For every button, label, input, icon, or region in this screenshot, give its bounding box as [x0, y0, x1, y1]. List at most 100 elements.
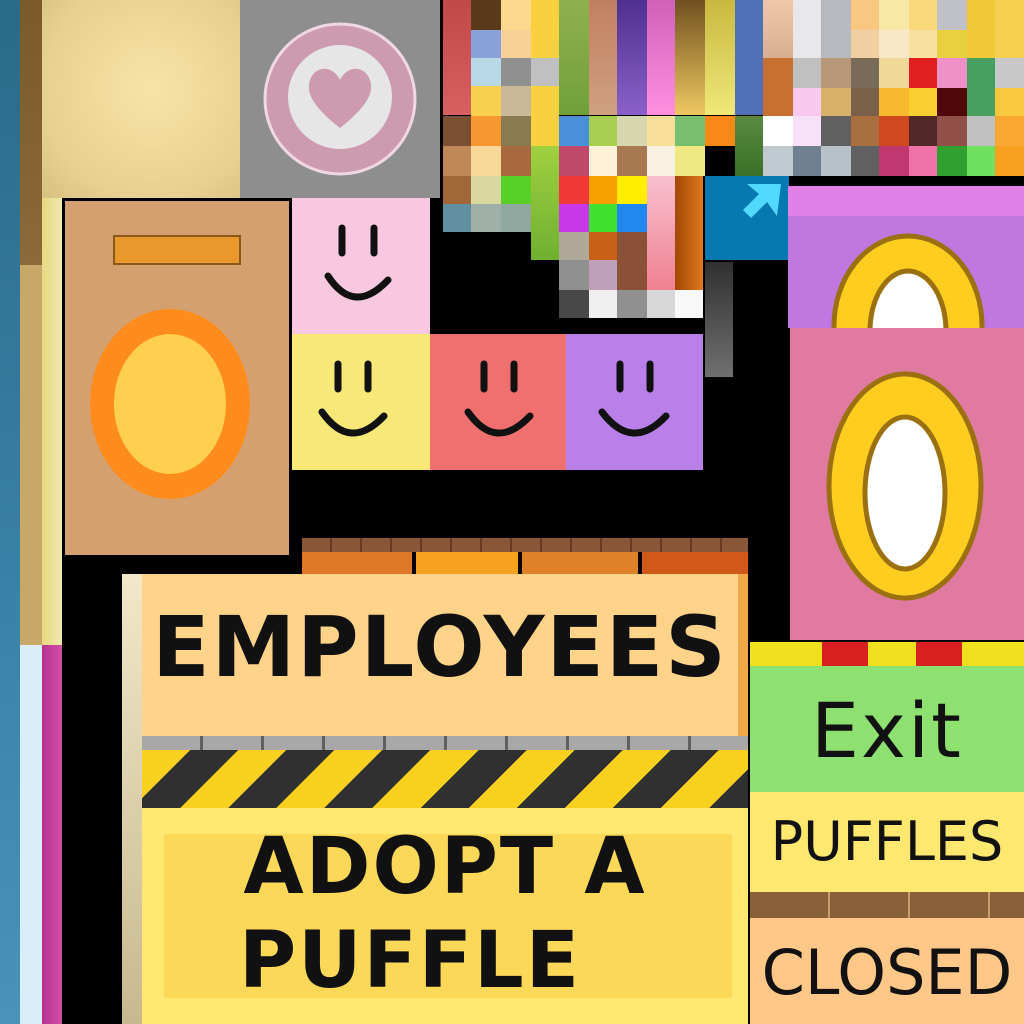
swatch [735, 116, 763, 176]
swatch [879, 0, 909, 30]
swatch [559, 290, 589, 318]
door-ring-icon [826, 371, 984, 601]
swatch [909, 88, 937, 116]
left-strip-teal [0, 0, 20, 1024]
swatch [559, 260, 589, 290]
swatch [443, 204, 471, 232]
swatch [531, 58, 559, 86]
swatch [879, 88, 909, 116]
smiley-tile-yellow [292, 334, 430, 470]
sign-post [122, 574, 142, 1024]
left-strip-pale [20, 645, 42, 1024]
swatch [937, 88, 967, 116]
swatch [589, 146, 617, 176]
heart-icon [263, 22, 417, 176]
swatch [879, 116, 909, 146]
closed-sign-text: CLOSED [761, 936, 1013, 1009]
exit-sign-text: Exit [811, 686, 963, 775]
swatch [821, 0, 851, 58]
swatch [531, 116, 559, 146]
swatch [471, 0, 501, 30]
swatch [501, 58, 531, 86]
swatch [501, 204, 531, 232]
swatch [675, 290, 703, 318]
swatch [589, 176, 617, 204]
swatch [675, 0, 705, 115]
swatch [443, 176, 471, 204]
swatch [705, 0, 735, 115]
smiley-face-icon [598, 360, 670, 437]
swatch [471, 58, 501, 86]
adopt-line1-text: ADOPT A [243, 822, 647, 912]
wood-strip [750, 892, 1024, 918]
swatch [967, 116, 995, 146]
left-strip-sand [20, 265, 42, 645]
swatch [879, 146, 909, 176]
swatch [909, 30, 937, 58]
swatch [617, 116, 647, 146]
swatch [821, 58, 851, 88]
swatch [501, 146, 531, 176]
swatch [937, 30, 967, 58]
swatch [471, 146, 501, 176]
swatch [471, 86, 501, 116]
swatch [589, 204, 617, 232]
adopt-puffle-sign: ADOPT A PUFFLE [142, 808, 748, 1024]
lilac-panel-top-band [788, 186, 1024, 216]
puffles-sign-text: PUFFLES [770, 810, 1004, 873]
swatch [909, 116, 937, 146]
swatch [763, 58, 793, 116]
swatch [559, 116, 589, 146]
smiley-tile-pink [292, 198, 430, 334]
swatch [675, 146, 705, 176]
swatch [501, 86, 531, 116]
brick-ledge-bottom [302, 552, 748, 574]
swatch [937, 0, 967, 30]
swatch [559, 204, 589, 232]
smiley-face-icon [324, 224, 392, 301]
lilac-panel [788, 186, 1024, 328]
swatch [501, 176, 531, 204]
swatch [851, 30, 879, 58]
swatch [967, 58, 995, 116]
door-panel [62, 198, 292, 560]
swatch [559, 146, 589, 176]
beige-texture-tile [42, 0, 240, 198]
door-ring-icon [831, 233, 985, 328]
swatch [851, 88, 879, 116]
swatch [589, 116, 617, 146]
swatch [471, 116, 501, 146]
swatch [471, 30, 501, 58]
swatch [735, 0, 763, 115]
closed-sign: CLOSED [750, 918, 1024, 1024]
swatch [647, 146, 675, 176]
color-bar-strip [750, 642, 1024, 666]
swatch [589, 232, 617, 260]
swatch [793, 146, 821, 176]
exit-sign: Exit [750, 666, 1024, 792]
swatch [763, 116, 793, 146]
swatch [559, 232, 589, 260]
swatch [851, 116, 879, 146]
swatch [443, 116, 471, 146]
swatch [995, 58, 1024, 88]
swatch [647, 116, 675, 146]
smiley-tile-purple [566, 334, 703, 470]
swatch [617, 176, 647, 204]
swatch [647, 176, 675, 290]
smiley-tile-red [430, 334, 566, 470]
heart-badge-tile [240, 0, 440, 198]
door-slot [113, 235, 241, 265]
swatch [763, 146, 793, 176]
swatch [851, 58, 879, 88]
swatch [793, 58, 821, 88]
swatch [995, 0, 1024, 58]
swatch [531, 0, 559, 58]
left-strip-brown [20, 0, 42, 265]
swatch [821, 116, 851, 146]
arrow-cursor-icon [743, 184, 781, 218]
swatch [793, 116, 821, 146]
smiley-face-icon [318, 360, 388, 437]
grey-trim [142, 736, 748, 750]
swatch [793, 0, 821, 58]
